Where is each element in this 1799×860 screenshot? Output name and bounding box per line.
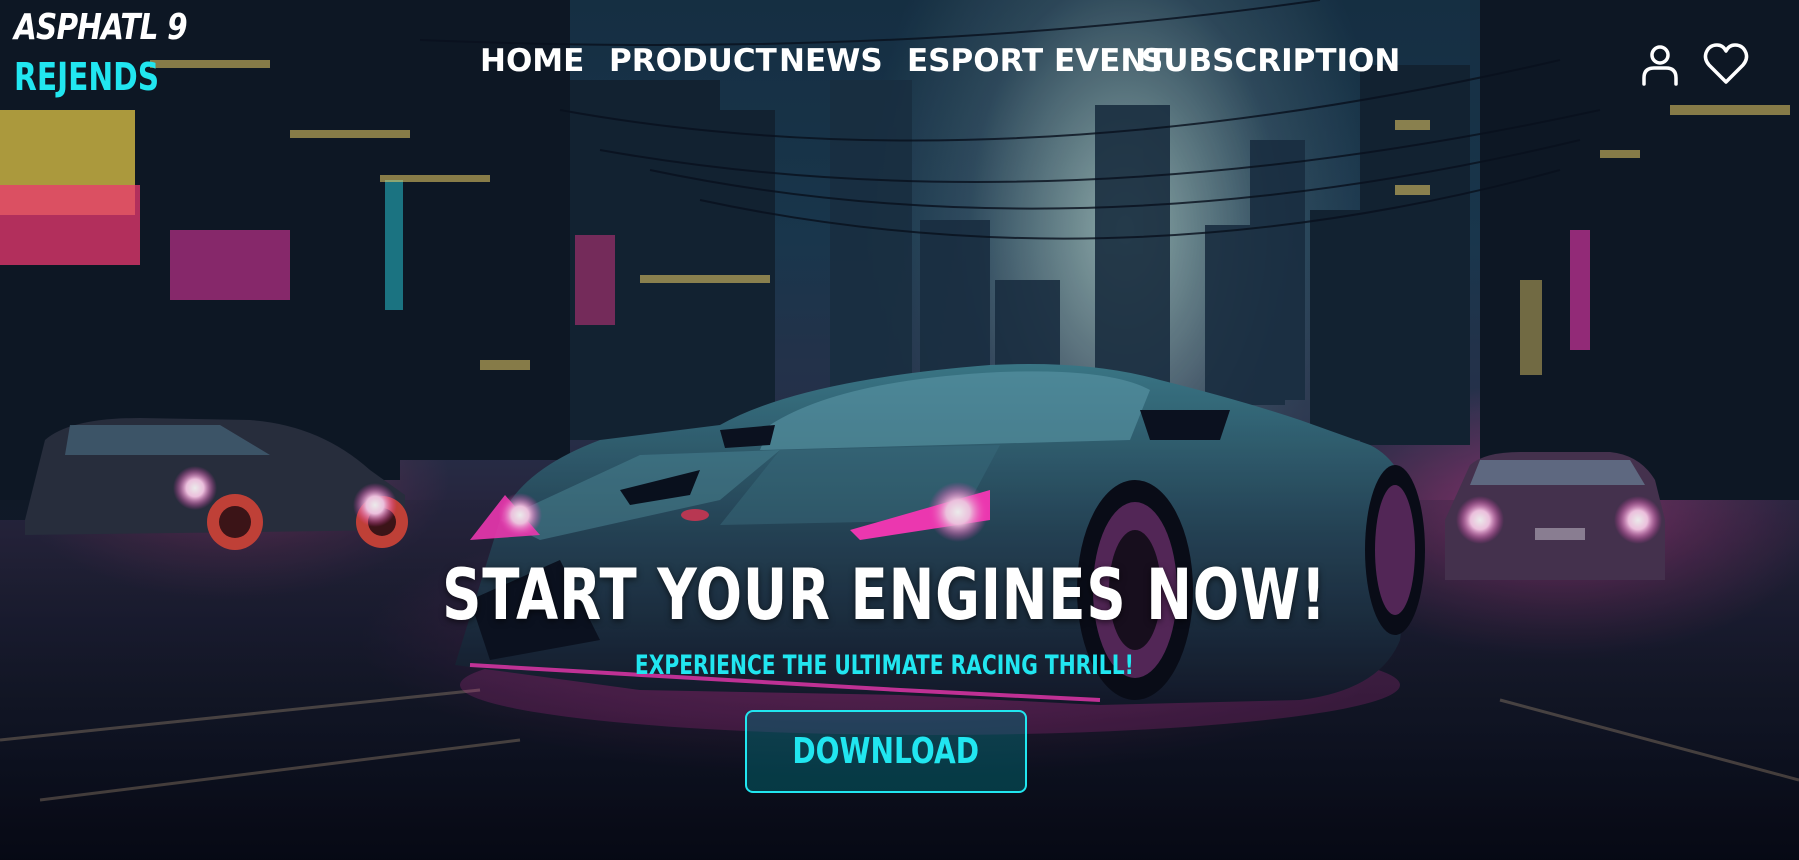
nav-home[interactable]: HOME	[480, 43, 584, 79]
nav-esport-event[interactable]: ESPORT EVENT	[907, 43, 1167, 79]
nav-product-wrap: PRODUCT	[609, 44, 777, 78]
heart-icon-graphic	[1703, 43, 1749, 84]
download-button[interactable]: DOWNLOAD	[745, 710, 1027, 793]
user-icon-graphic	[1642, 45, 1678, 86]
nav-product[interactable]: PRODUCT	[609, 43, 777, 79]
nav-news[interactable]: NEWS	[779, 43, 883, 79]
brand-title: ASPHATL 9	[14, 7, 188, 48]
user-icon[interactable]	[1636, 40, 1684, 88]
nav-home-wrap: HOME	[480, 44, 584, 78]
main-nav: HOME PRODUCT NEWS ESPORT EVENT SUBSCRIPT…	[0, 44, 1799, 88]
nav-esport-event-wrap: ESPORT EVENT	[907, 44, 1167, 78]
heart-icon[interactable]	[1702, 40, 1750, 88]
hero-headline: START YOUR ENGINES NOW!	[442, 554, 1327, 636]
nav-subscription-wrap: SUBSCRIPTION	[1141, 44, 1400, 78]
hero-section: ASPHATL 9 REJENDS HOME PRODUCT NEWS ESPO…	[0, 0, 1799, 860]
hero-subheadline: EXPERIENCE THE ULTIMATE RACING THRILL!	[634, 650, 1134, 681]
download-button-label: DOWNLOAD	[792, 731, 980, 772]
nav-news-wrap: NEWS	[779, 44, 883, 78]
nav-subscription[interactable]: SUBSCRIPTION	[1141, 43, 1400, 79]
